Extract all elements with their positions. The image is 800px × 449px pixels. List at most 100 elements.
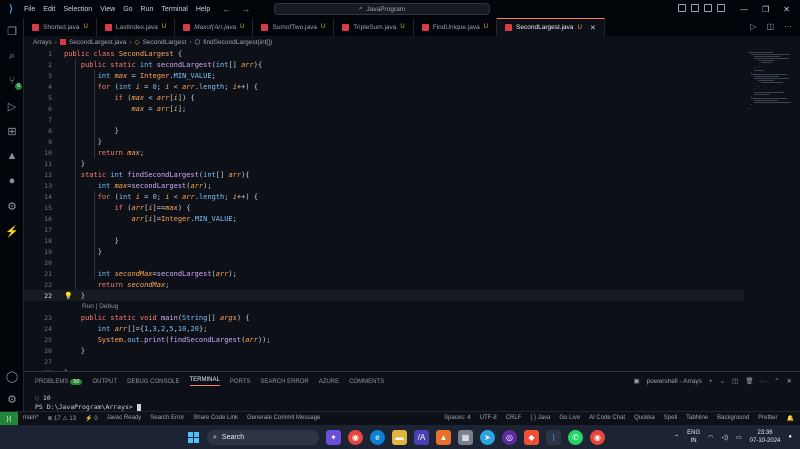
code-line[interactable]: 10 return max; <box>24 147 744 158</box>
code-line[interactable]: 9 } <box>24 136 744 147</box>
tab-secondlargest[interactable]: SecondLargest.java U ✕ <box>497 18 605 36</box>
clock[interactable]: 23:36 07-10-2024 <box>750 429 781 445</box>
code-line[interactable]: 5 if (max < arr[i]) { <box>24 92 744 103</box>
status-ai-chat[interactable]: AI Code Chat <box>589 415 625 422</box>
manage-gear-icon[interactable]: ⚙ <box>5 392 19 406</box>
status-javac[interactable]: Javac Ready <box>107 415 142 422</box>
code-line[interactable]: 7 <box>24 114 744 125</box>
code-line[interactable]: 27 <box>24 356 744 367</box>
status-background[interactable]: Background <box>717 415 749 422</box>
menu-edit[interactable]: Edit <box>43 6 55 13</box>
code-line[interactable]: 3 int max = Integer.MIN_VALUE; <box>24 70 744 81</box>
whatsapp-icon[interactable]: ✆ <box>568 430 583 445</box>
status-go-live[interactable]: Go Live <box>559 415 580 422</box>
codelens-label[interactable]: Run | Debug <box>82 303 118 310</box>
codelens-run-debug[interactable]: Run | Debug <box>24 301 744 312</box>
tab-lastindex[interactable]: LastIndex.java U <box>97 18 176 36</box>
git-icon[interactable]: ◆ <box>524 430 539 445</box>
code-line[interactable]: 11 } <box>24 158 744 169</box>
tab-terminal[interactable]: TERMINAL <box>189 377 220 386</box>
search-icon[interactable]: ⌕ <box>5 49 19 63</box>
status-prettier[interactable]: Prettier <box>758 415 777 422</box>
language-indicator[interactable]: ENG IN <box>687 429 700 445</box>
telegram-icon[interactable]: ➤ <box>480 430 495 445</box>
status-indentation[interactable]: Spaces: 4 <box>444 415 471 422</box>
customize-layout-icon[interactable] <box>717 4 725 12</box>
breadcrumb-file[interactable]: SecondLargest.java <box>69 39 126 46</box>
menu-go[interactable]: Go <box>123 6 132 13</box>
battery-icon[interactable]: ▭ <box>736 434 742 441</box>
tab-sumoftwo[interactable]: SumofTwo.java U <box>253 18 335 36</box>
remote-explorer-icon[interactable]: ⚙ <box>5 199 19 213</box>
code-line[interactable]: 26 } <box>24 345 744 356</box>
menu-selection[interactable]: Selection <box>63 6 92 13</box>
breadcrumb-folder[interactable]: Arrays <box>33 39 52 46</box>
terminal-output[interactable]: ○ 10 PS D:\JavaProgram\Arrays> <box>35 394 141 412</box>
tab-comments[interactable]: COMMENTS <box>349 379 384 385</box>
restore-icon[interactable]: ❐ <box>762 5 769 14</box>
breadcrumb-method[interactable]: findSecondLargest(int[]) <box>203 39 272 46</box>
ai-app-icon[interactable]: /A <box>414 430 429 445</box>
status-language[interactable]: { } Java <box>530 415 550 422</box>
status-search-error[interactable]: Search Error <box>150 415 184 422</box>
menu-terminal[interactable]: Terminal <box>161 6 187 13</box>
notification-icon[interactable]: ● <box>788 434 792 440</box>
tab-problems[interactable]: PROBLEMS 50 <box>35 378 83 385</box>
ai-assistant-icon[interactable]: ⚡ <box>5 224 19 238</box>
code-line[interactable]: 18 } <box>24 235 744 246</box>
status-eol[interactable]: CRLF <box>506 415 522 422</box>
vlc-icon[interactable]: ▲ <box>436 430 451 445</box>
code-line[interactable]: 2 public static int secondLargest(int[] … <box>24 59 744 70</box>
code-line[interactable]: 4 for (int i = 0; i < arr.length; i++) { <box>24 81 744 92</box>
command-center[interactable]: ⌕ JavaProgram <box>274 3 490 15</box>
store-icon[interactable]: ▦ <box>458 430 473 445</box>
code-line[interactable]: 24 int arr[]={1,3,2,5,10,20}; <box>24 323 744 334</box>
back-arrow-icon[interactable]: ← <box>222 4 231 14</box>
status-ports[interactable]: ⚡ 0 <box>85 415 97 422</box>
minimize-icon[interactable]: — <box>740 5 748 14</box>
source-control-icon[interactable]: ⑂ 6 <box>5 74 22 90</box>
close-icon[interactable]: ✕ <box>783 5 790 14</box>
code-editor[interactable]: 1 public class SecondLargest {2 public st… <box>24 48 744 371</box>
status-problems[interactable]: ⊗ 17 ⚠ 13 <box>47 415 76 422</box>
menu-help[interactable]: Help <box>196 6 210 13</box>
tab-triplesum[interactable]: TripleSum.java U <box>334 18 414 36</box>
more-actions-icon[interactable]: ··· <box>761 378 768 385</box>
tab-search-error[interactable]: SEARCH ERROR <box>260 379 308 385</box>
extensions-icon[interactable]: ⊞ <box>5 124 19 138</box>
status-tabnine[interactable]: TabNine <box>686 415 708 422</box>
tab-findunique[interactable]: FindUnique.java U <box>414 18 498 36</box>
run-debug-icon[interactable]: ▷ <box>5 99 19 113</box>
code-line[interactable]: 16 arr[i]=Integer.MIN_VALUE; <box>24 213 744 224</box>
code-line[interactable]: 6 max = arr[i]; <box>24 103 744 114</box>
azure-icon[interactable]: ▲ <box>5 149 19 163</box>
split-editor-icon[interactable]: ◫ <box>766 22 774 31</box>
code-line[interactable]: 13 int max=secondLargest(arr); <box>24 180 744 191</box>
code-line[interactable]: 15 if (arr[i]==max) { <box>24 202 744 213</box>
minimap[interactable] <box>744 48 794 371</box>
windows-start-icon[interactable] <box>188 432 199 443</box>
forward-arrow-icon[interactable]: → <box>241 4 250 14</box>
chrome-icon[interactable]: ◉ <box>348 430 363 445</box>
menu-run[interactable]: Run <box>141 6 154 13</box>
menu-view[interactable]: View <box>100 6 115 13</box>
breadcrumb-class[interactable]: SecondLargest <box>143 39 187 46</box>
tab-output[interactable]: OUTPUT <box>92 379 117 385</box>
edge-icon[interactable]: e <box>370 430 385 445</box>
vscode-taskbar-icon[interactable]: ⟩ <box>546 430 561 445</box>
code-line[interactable]: 22 💡 } <box>24 290 744 301</box>
remote-indicator-icon[interactable]: ⟩⟨ <box>0 411 18 426</box>
toggle-panel-icon[interactable] <box>691 4 699 12</box>
tab-maxofarr[interactable]: Maxof(Arr.java U <box>175 18 254 36</box>
status-branch[interactable]: main* <box>23 415 38 422</box>
status-spell[interactable]: Spell <box>664 415 677 422</box>
chrome-profile-icon[interactable]: ◉ <box>590 430 605 445</box>
file-explorer-icon[interactable]: ▬ <box>392 430 407 445</box>
code-line[interactable]: 17 <box>24 224 744 235</box>
maximize-panel-icon[interactable]: ⌃ <box>774 377 779 385</box>
code-line[interactable]: 8 } <box>24 125 744 136</box>
run-icon[interactable]: ▷ <box>750 22 756 31</box>
explorer-icon[interactable]: ❐ <box>5 24 19 38</box>
code-line[interactable]: 23 public static void main(String[] args… <box>24 312 744 323</box>
bell-icon[interactable]: 🔔 <box>787 415 794 422</box>
